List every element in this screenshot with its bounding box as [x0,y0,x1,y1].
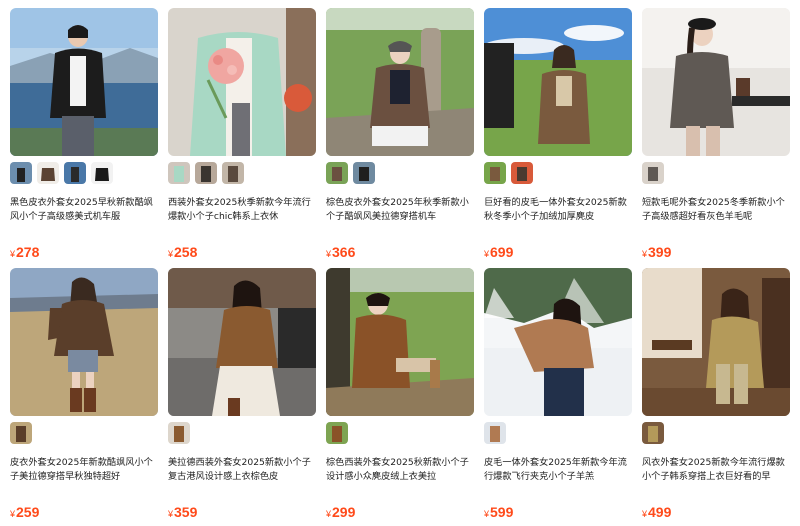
color-swatch-thumbnail[interactable] [64,162,86,184]
product-card[interactable]: 黑色皮衣外套女2025早秋新款酷飒风小个子高级感美式机车服 ¥278 [10,8,158,264]
product-image[interactable] [326,268,474,416]
color-swatch-thumbnail[interactable] [37,162,59,184]
product-image[interactable] [642,268,790,416]
currency-symbol: ¥ [484,509,490,519]
product-title[interactable]: 棕色西装外套女2025秋新款小个子设计感小众麂皮绒上衣美拉 [326,456,474,484]
product-card[interactable]: 风衣外套女2025新款今年流行爆款小个子韩系穿搭上衣巨好看的早 ¥499 [642,268,790,524]
currency-symbol: ¥ [10,509,16,519]
price-value: 499 [648,504,672,520]
price-value: 366 [332,244,356,260]
color-swatch-thumbnail[interactable] [326,422,348,444]
color-thumbnails [10,422,32,444]
color-thumbnails [326,162,375,184]
product-card[interactable]: 巨好看的皮毛一体外套女2025新款秋冬季小个子加绒加厚麂皮 ¥699 [484,8,632,264]
color-swatch-thumbnail[interactable] [222,162,244,184]
price-value: 359 [174,504,198,520]
product-title[interactable]: 短款毛呢外套女2025冬季新款小个子高级感超好看灰色羊毛呢 [642,196,790,224]
currency-symbol: ¥ [10,249,16,259]
price-value: 699 [490,244,514,260]
product-image[interactable] [326,8,474,156]
currency-symbol: ¥ [484,249,490,259]
color-thumbnails [642,162,664,184]
product-title[interactable]: 黑色皮衣外套女2025早秋新款酷飒风小个子高级感美式机车服 [10,196,158,224]
price-value: 259 [16,504,40,520]
product-card[interactable]: 棕色西装外套女2025秋新款小个子设计感小众麂皮绒上衣美拉 ¥299 [326,268,474,524]
color-thumbnails [484,422,506,444]
currency-symbol: ¥ [168,509,174,519]
product-price: ¥299 [326,504,355,522]
product-image[interactable] [484,8,632,156]
price-value: 258 [174,244,198,260]
color-swatch-thumbnail[interactable] [168,162,190,184]
color-thumbnails [10,162,113,184]
color-swatch-thumbnail[interactable] [353,162,375,184]
price-value: 299 [332,504,356,520]
color-swatch-thumbnail[interactable] [484,422,506,444]
product-card[interactable]: 美拉德西装外套女2025新款小个子复古港风设计感上衣棕色皮 ¥359 [168,268,316,524]
currency-symbol: ¥ [326,249,332,259]
product-title[interactable]: 皮衣外套女2025年新款酷飒风小个子美拉德穿搭早秋独特超好 [10,456,158,484]
color-thumbnails [168,162,244,184]
color-swatch-thumbnail[interactable] [511,162,533,184]
color-swatch-thumbnail[interactable] [642,162,664,184]
product-price: ¥399 [642,244,671,262]
product-price: ¥699 [484,244,513,262]
product-title[interactable]: 皮毛一体外套女2025年新款今年流行爆款飞行夹克小个子羊羔 [484,456,632,484]
color-swatch-thumbnail[interactable] [195,162,217,184]
product-image[interactable] [10,268,158,416]
color-swatch-thumbnail[interactable] [484,162,506,184]
color-thumbnails [484,162,533,184]
product-price: ¥259 [10,504,39,522]
color-swatch-thumbnail[interactable] [91,162,113,184]
product-image[interactable] [168,8,316,156]
product-title[interactable]: 棕色皮衣外套女2025年秋季新款小个子酷飒风美拉德穿搭机车 [326,196,474,224]
color-thumbnails [168,422,190,444]
price-value: 278 [16,244,40,260]
product-grid: 黑色皮衣外套女2025早秋新款酷飒风小个子高级感美式机车服 ¥278 西装外套女… [0,0,800,526]
currency-symbol: ¥ [326,509,332,519]
product-card[interactable]: 皮衣外套女2025年新款酷飒风小个子美拉德穿搭早秋独特超好 ¥259 [10,268,158,524]
color-thumbnails [326,422,348,444]
product-image[interactable] [10,8,158,156]
product-title[interactable]: 风衣外套女2025新款今年流行爆款小个子韩系穿搭上衣巨好看的早 [642,456,790,484]
product-title[interactable]: 西装外套女2025秋季新款今年流行爆款小个子chic韩系上衣休 [168,196,316,224]
product-price: ¥359 [168,504,197,522]
color-swatch-thumbnail[interactable] [168,422,190,444]
product-price: ¥258 [168,244,197,262]
product-card[interactable]: 短款毛呢外套女2025冬季新款小个子高级感超好看灰色羊毛呢 ¥399 [642,8,790,264]
product-card[interactable]: 棕色皮衣外套女2025年秋季新款小个子酷飒风美拉德穿搭机车 ¥366 [326,8,474,264]
color-swatch-thumbnail[interactable] [10,162,32,184]
color-swatch-thumbnail[interactable] [10,422,32,444]
price-value: 599 [490,504,514,520]
product-title[interactable]: 美拉德西装外套女2025新款小个子复古港风设计感上衣棕色皮 [168,456,316,484]
product-card[interactable]: 皮毛一体外套女2025年新款今年流行爆款飞行夹克小个子羊羔 ¥599 [484,268,632,524]
product-image[interactable] [642,8,790,156]
price-value: 399 [648,244,672,260]
product-price: ¥599 [484,504,513,522]
currency-symbol: ¥ [642,249,648,259]
color-swatch-thumbnail[interactable] [642,422,664,444]
product-title[interactable]: 巨好看的皮毛一体外套女2025新款秋冬季小个子加绒加厚麂皮 [484,196,632,224]
product-price: ¥499 [642,504,671,522]
currency-symbol: ¥ [168,249,174,259]
color-swatch-thumbnail[interactable] [326,162,348,184]
product-price: ¥278 [10,244,39,262]
currency-symbol: ¥ [642,509,648,519]
product-price: ¥366 [326,244,355,262]
product-image[interactable] [168,268,316,416]
color-thumbnails [642,422,664,444]
product-image[interactable] [484,268,632,416]
product-card[interactable]: 西装外套女2025秋季新款今年流行爆款小个子chic韩系上衣休 ¥258 [168,8,316,264]
